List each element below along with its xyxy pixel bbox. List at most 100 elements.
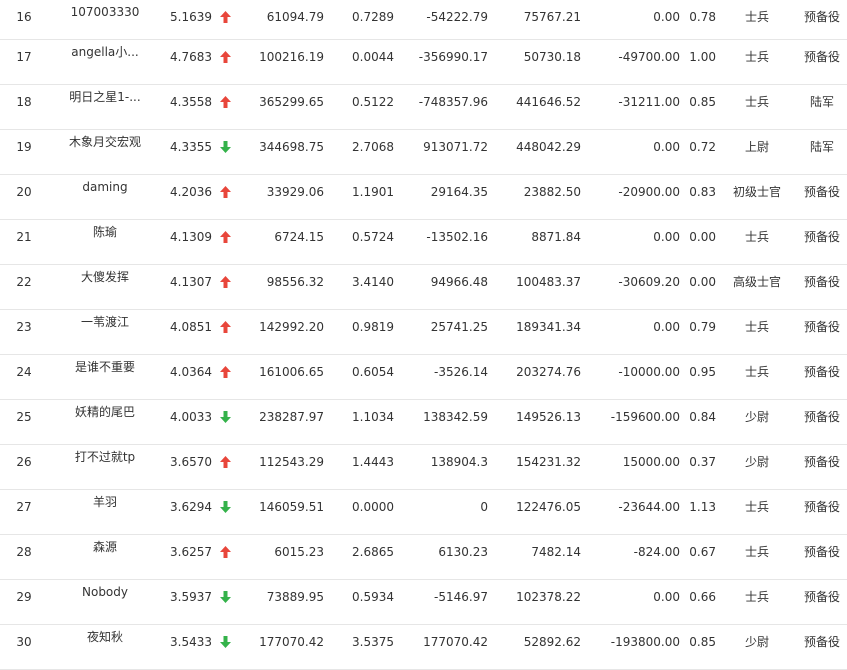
value-5-cell: -20900.00 (618, 185, 680, 199)
service-type-cell: 预备役 (803, 50, 840, 64)
player-name: angella小... (71, 45, 139, 59)
value-2-cell: 0.6054 (352, 365, 394, 379)
arrow-up-icon (218, 546, 232, 558)
military-rank-cell: 士兵 (744, 230, 769, 244)
player-name: 是谁不重要 (74, 360, 135, 374)
score-cell: 3.5937 (170, 590, 212, 604)
value-6-cell: 0.72 (689, 140, 716, 154)
value-3-cell: -356990.17 (418, 50, 488, 64)
rank-cell: 21 (16, 230, 32, 244)
table-row[interactable]: 18 明日之星1-... 4.3558 365299.65 0.5122 -748357.… (0, 85, 847, 130)
table-row[interactable]: 29 Nobody 3.5937 73889.95 0.5934 -5146.97 1023… (0, 580, 847, 625)
player-name: 打不过就tp (74, 450, 136, 464)
table-row[interactable]: 25 妖精的尾巴 4.0033 238287.97 1.1034 138342.59 149… (0, 400, 847, 445)
value-6-cell: 0.95 (689, 365, 716, 379)
value-2-cell: 0.0000 (352, 500, 394, 514)
military-rank-cell: 士兵 (744, 545, 769, 559)
military-rank-cell: 少尉 (744, 455, 769, 469)
value-4-cell: 50730.18 (523, 50, 581, 64)
service-type-cell: 预备役 (803, 410, 840, 424)
service-type-cell: 陆军 (809, 95, 834, 109)
arrow-up-icon (218, 186, 232, 198)
table-row[interactable]: 19 木象月交宏观 4.3355 344698.75 2.7068 913071.72 44… (0, 130, 847, 175)
service-type-cell: 预备役 (803, 275, 840, 289)
value-2-cell: 2.7068 (352, 140, 394, 154)
value-3-cell: 25741.25 (430, 320, 488, 334)
value-4-cell: 441646.52 (516, 95, 581, 109)
table-row[interactable]: 27 羊羽 3.6294 146059.51 0.0000 0 122476.05 -2364… (0, 490, 847, 535)
value-4-cell: 52892.62 (523, 635, 581, 649)
value-3-cell: -3526.14 (434, 365, 488, 379)
value-6-cell: 1.00 (689, 50, 716, 64)
value-3-cell: -748357.96 (418, 95, 488, 109)
arrow-up-icon (218, 96, 232, 108)
player-name: daming (82, 180, 128, 194)
table-row[interactable]: 17 angella小... 4.7683 100216.19 0.0044 -35699… (0, 40, 847, 85)
player-name: 大傻发挥 (80, 270, 129, 284)
value-5-cell: -193800.00 (610, 635, 680, 649)
player-name: Nobody (82, 585, 128, 599)
value-5-cell: -23644.00 (618, 500, 680, 514)
value-1-cell: 161006.65 (259, 365, 324, 379)
value-3-cell: 29164.35 (430, 185, 488, 199)
table-row[interactable]: 21 陈瑜 4.1309 6724.15 0.5724 -13502.16 8871.84 0… (0, 220, 847, 265)
rank-cell: 22 (16, 275, 32, 289)
arrow-up-icon (218, 366, 232, 378)
rank-cell: 20 (16, 185, 32, 199)
value-6-cell: 0.66 (689, 590, 716, 604)
table-row[interactable]: 30 夜知秋 3.5433 177070.42 3.5375 177070.42 52892… (0, 625, 847, 670)
score-cell: 4.3558 (170, 95, 212, 109)
arrow-down-icon (218, 411, 232, 423)
arrow-up-icon (218, 11, 232, 23)
military-rank-cell: 初级士官 (732, 185, 781, 199)
rank-cell: 26 (16, 455, 32, 469)
rank-cell: 17 (16, 50, 32, 64)
value-1-cell: 142992.20 (259, 320, 324, 334)
rank-cell: 19 (16, 140, 32, 154)
value-6-cell: 0.79 (689, 320, 716, 334)
rank-cell: 18 (16, 95, 32, 109)
table-row[interactable]: 22 大傻发挥 4.1307 98556.32 3.4140 94966.48 100483… (0, 265, 847, 310)
value-2-cell: 2.6865 (352, 545, 394, 559)
military-rank-cell: 士兵 (744, 95, 769, 109)
value-1-cell: 61094.79 (266, 10, 324, 24)
table-row[interactable]: 28 森源 3.6257 6015.23 2.6865 6130.23 7482.14 -82… (0, 535, 847, 580)
value-2-cell: 3.4140 (352, 275, 394, 289)
score-cell: 4.2036 (170, 185, 212, 199)
service-type-cell: 预备役 (803, 185, 840, 199)
value-4-cell: 122476.05 (516, 500, 581, 514)
table-row[interactable]: 26 打不过就tp 3.6570 112543.29 1.4443 138904.3 154… (0, 445, 847, 490)
value-5-cell: -159600.00 (610, 410, 680, 424)
value-1-cell: 177070.42 (259, 635, 324, 649)
value-2-cell: 0.7289 (352, 10, 394, 24)
value-1-cell: 112543.29 (259, 455, 324, 469)
value-5-cell: 0.00 (653, 140, 680, 154)
military-rank-cell: 士兵 (744, 500, 769, 514)
value-1-cell: 6724.15 (274, 230, 324, 244)
value-1-cell: 365299.65 (259, 95, 324, 109)
value-4-cell: 7482.14 (531, 545, 581, 559)
value-3-cell: 94966.48 (430, 275, 488, 289)
table-row[interactable]: 23 一苇渡江 4.0851 142992.20 0.9819 25741.25 18934… (0, 310, 847, 355)
table-row[interactable]: 16 107003330 5.1639 61094.79 0.7289 -54222.79… (0, 0, 847, 40)
score-cell: 3.6294 (170, 500, 212, 514)
value-3-cell: -5146.97 (434, 590, 488, 604)
value-3-cell: 6130.23 (438, 545, 488, 559)
value-1-cell: 344698.75 (259, 140, 324, 154)
service-type-cell: 预备役 (803, 545, 840, 559)
service-type-cell: 预备役 (803, 635, 840, 649)
table-row[interactable]: 24 是谁不重要 4.0364 161006.65 0.6054 -3526.14 2032… (0, 355, 847, 400)
arrow-down-icon (218, 141, 232, 153)
score-cell: 3.6257 (170, 545, 212, 559)
score-cell: 4.0851 (170, 320, 212, 334)
value-6-cell: 0.00 (689, 230, 716, 244)
value-2-cell: 0.5724 (352, 230, 394, 244)
table-row[interactable]: 20 daming 4.2036 33929.06 1.1901 29164.35 2388… (0, 175, 847, 220)
score-cell: 5.1639 (170, 10, 212, 24)
arrow-up-icon (218, 456, 232, 468)
value-4-cell: 8871.84 (531, 230, 581, 244)
service-type-cell: 陆军 (809, 140, 834, 154)
value-4-cell: 100483.37 (516, 275, 581, 289)
rank-cell: 16 (16, 10, 32, 24)
military-rank-cell: 士兵 (744, 590, 769, 604)
